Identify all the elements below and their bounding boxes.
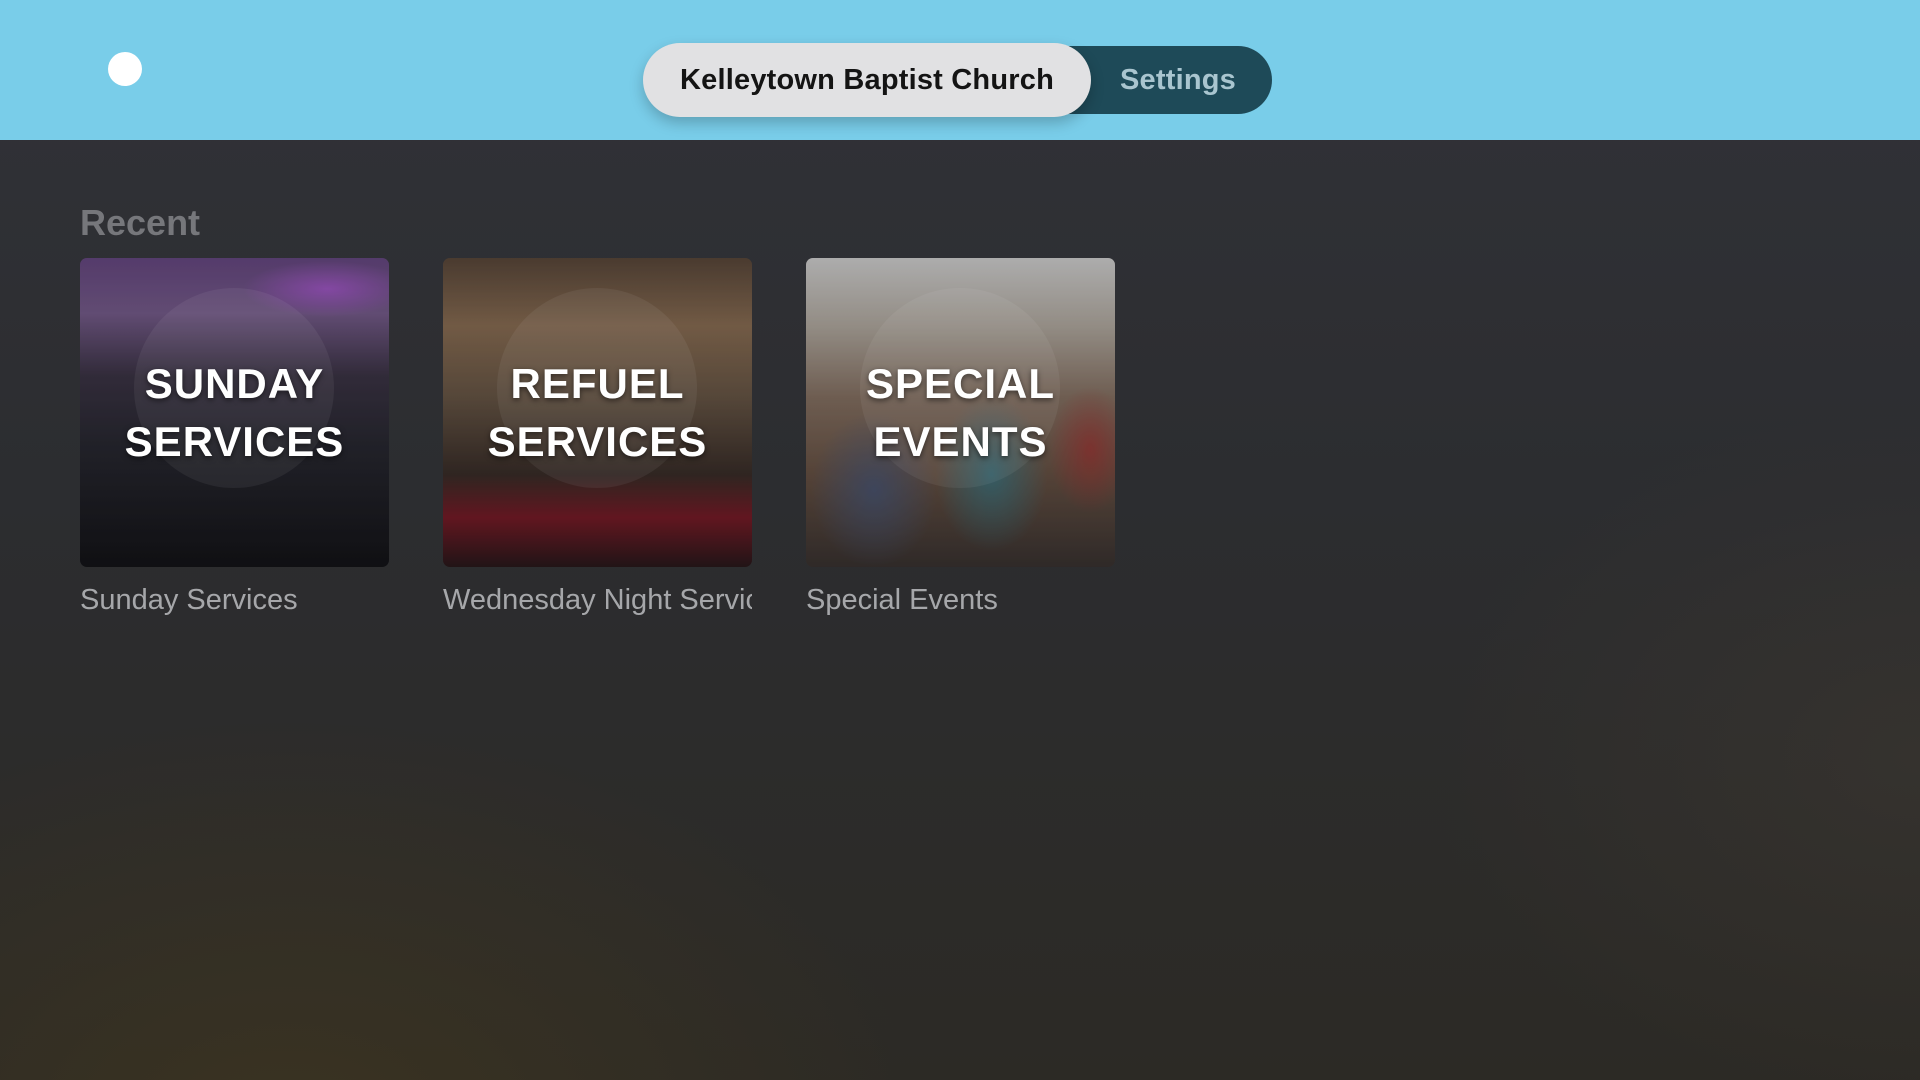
tile-artwork-title: REFUEL SERVICES xyxy=(443,258,752,567)
tab-settings[interactable]: Settings xyxy=(1092,46,1272,114)
tile-artwork-title: SUNDAY SERVICES xyxy=(80,258,389,567)
tile-artwork-line: SUNDAY xyxy=(144,359,325,407)
tile-artwork-line: SERVICES xyxy=(124,417,345,465)
tile-caption: Wednesday Night Services xyxy=(443,584,752,616)
tile-sunday-services[interactable]: SUNDAY SERVICES xyxy=(80,258,389,567)
tile-artwork-line: EVENTS xyxy=(873,417,1048,465)
tab-bar: Settings Kelleytown Baptist Church xyxy=(643,43,1272,117)
tile-artwork-line: SPECIAL xyxy=(865,359,1056,407)
tile-artwork-line: SERVICES xyxy=(487,417,708,465)
tile-caption: Special Events xyxy=(806,584,998,616)
tab-kelleytown-baptist-church[interactable]: Kelleytown Baptist Church xyxy=(643,43,1091,117)
tile-artwork-line: REFUEL xyxy=(510,359,685,407)
tile-caption: Sunday Services xyxy=(80,584,298,616)
top-bar: Settings Kelleytown Baptist Church xyxy=(0,0,1920,140)
tile-refuel-services[interactable]: REFUEL SERVICES xyxy=(443,258,752,567)
status-dot-icon xyxy=(108,52,142,86)
tab-settings-label: Settings xyxy=(1120,63,1236,96)
tab-church-label: Kelleytown Baptist Church xyxy=(680,63,1054,96)
tile-artwork-title: SPECIAL EVENTS xyxy=(806,258,1115,567)
section-title-recent: Recent xyxy=(80,202,201,243)
tile-special-events[interactable]: SPECIAL EVENTS xyxy=(806,258,1115,567)
